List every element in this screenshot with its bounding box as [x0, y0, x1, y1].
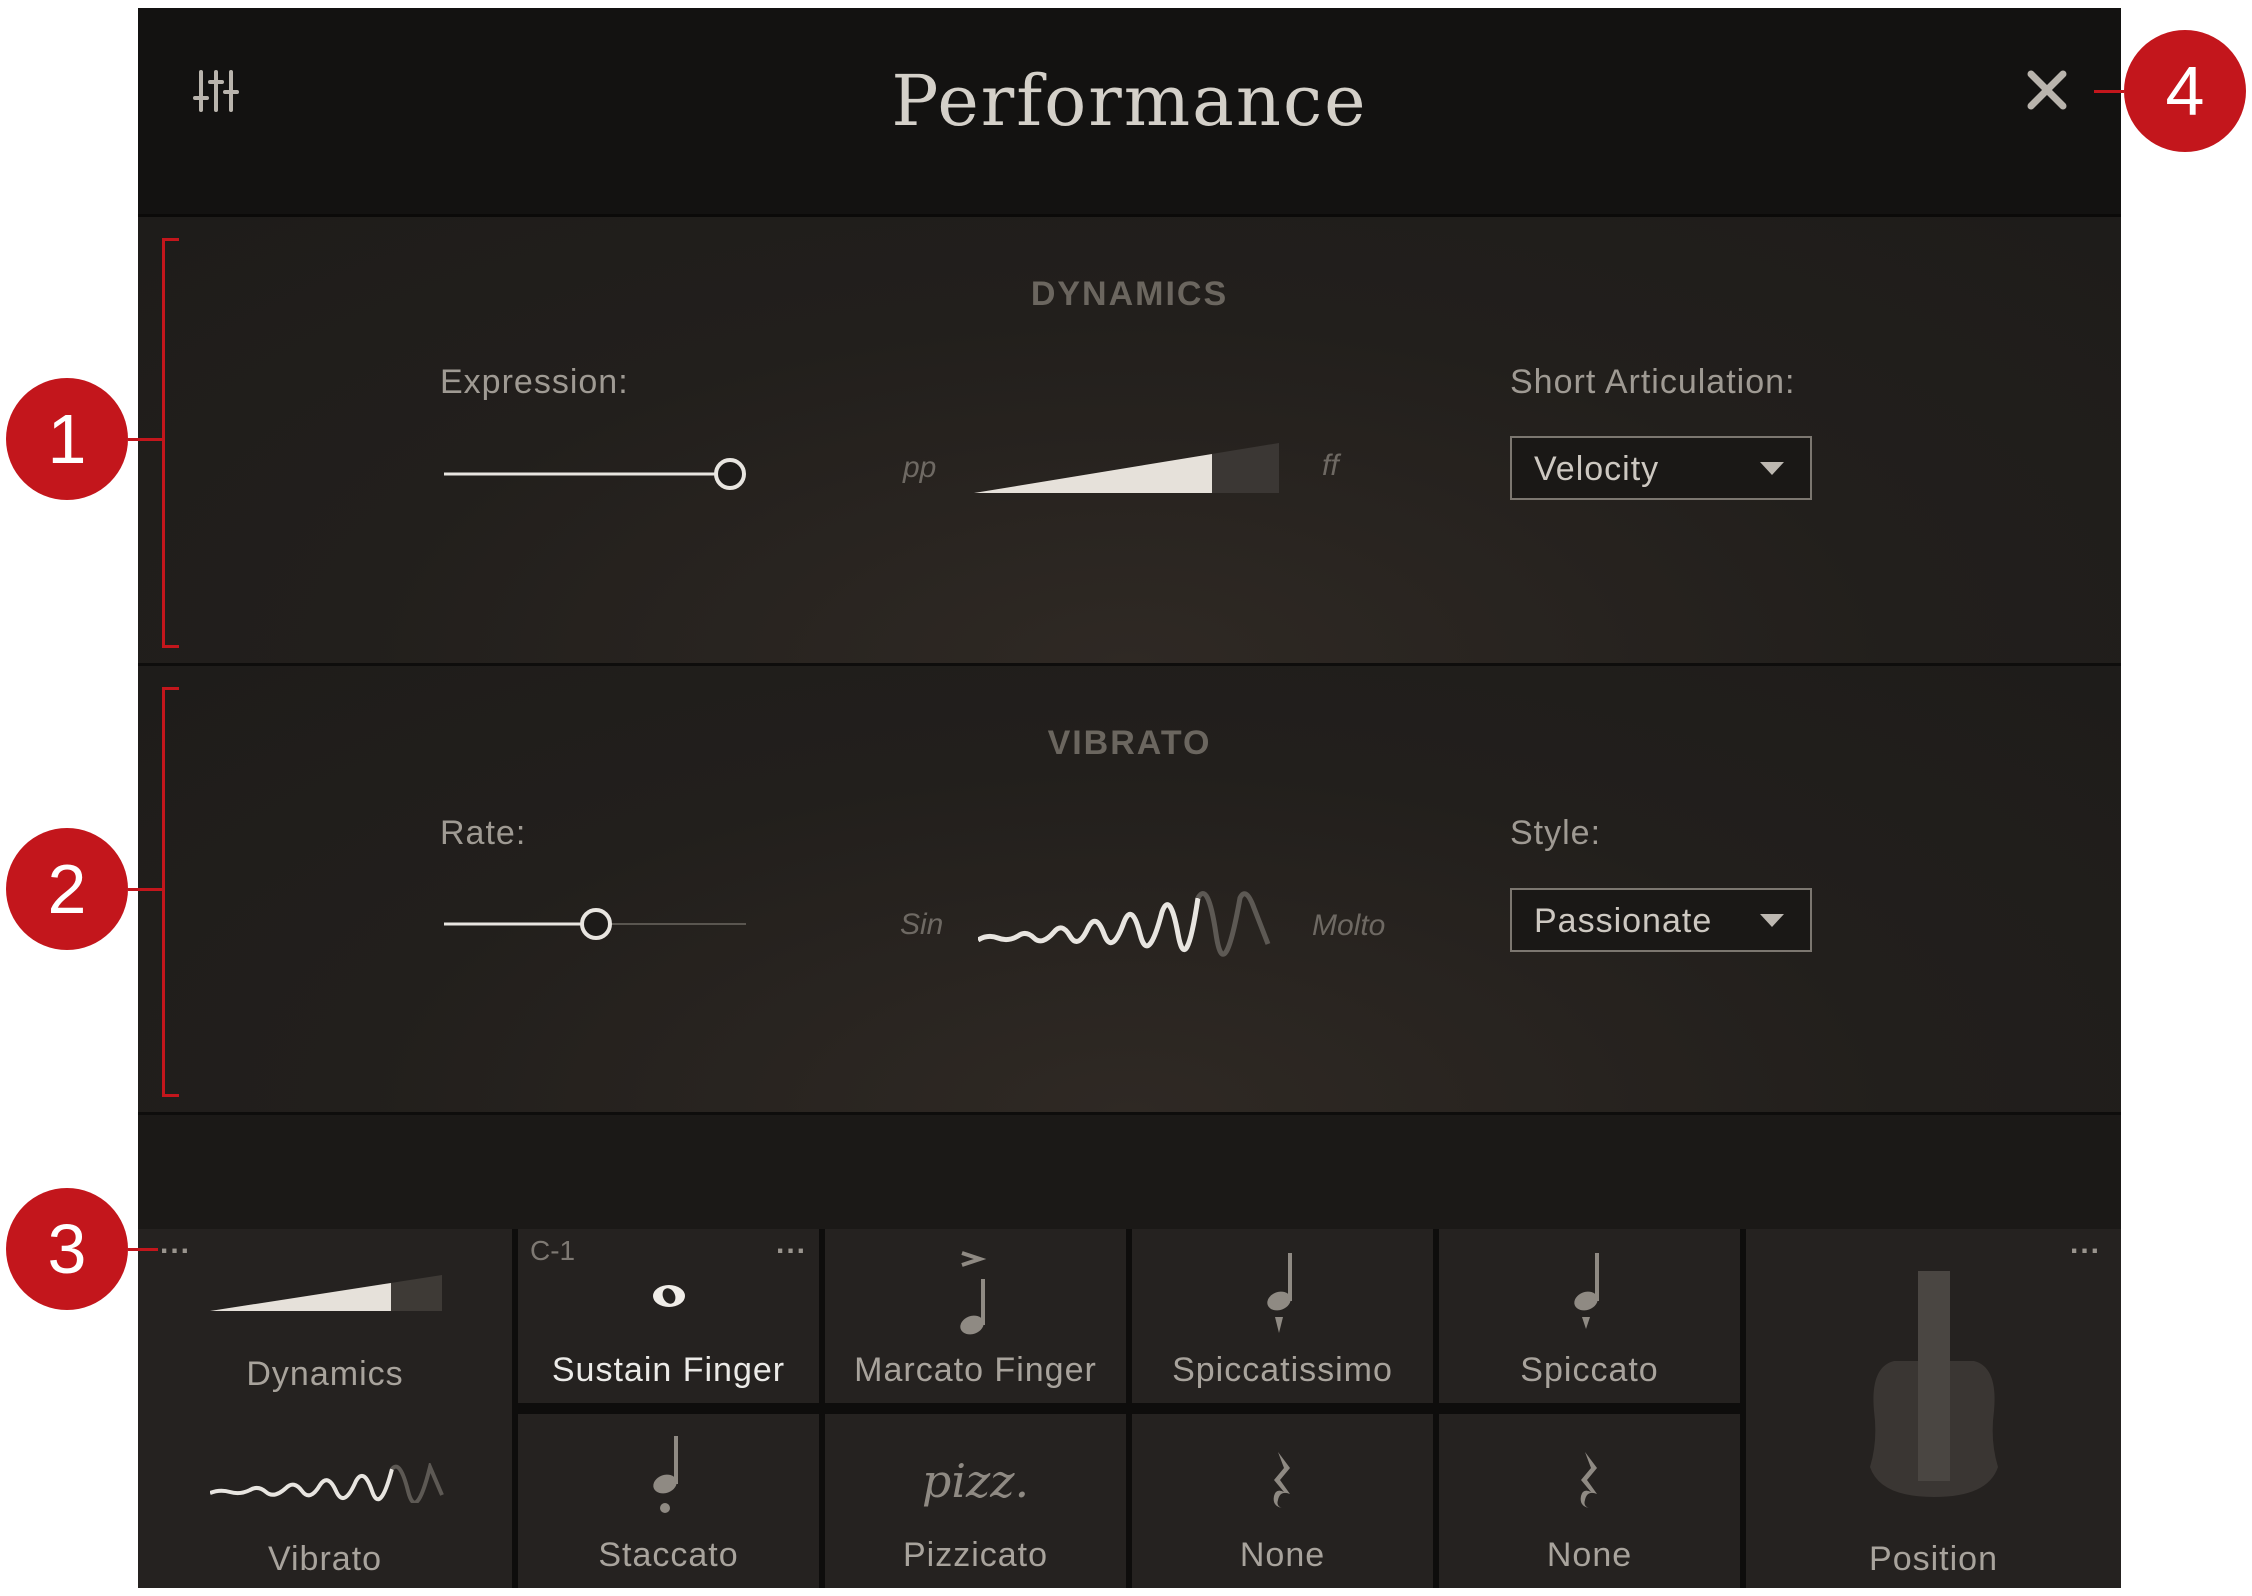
dynamics-range-low: pp [903, 451, 937, 484]
strip-spacer [138, 1115, 2121, 1229]
callout-4-leader [2094, 90, 2124, 93]
marcato-note-icon [959, 1251, 986, 1335]
position-menu-button[interactable]: ... [2070, 1229, 2101, 1261]
articulation-label: Staccato [598, 1536, 739, 1574]
violin-position-icon [1870, 1271, 1998, 1497]
articulation-label: Pizzicato [902, 1536, 1049, 1574]
rest-icon [1273, 1452, 1290, 1508]
callout-4: 4 [2124, 30, 2246, 152]
callout-1-leader [128, 438, 164, 441]
articulation-pizzicato[interactable]: pizz. Pizzicato [825, 1414, 1126, 1588]
callout-1-bracket [162, 238, 179, 648]
rate-slider[interactable] [440, 902, 750, 946]
expression-slider-handle [714, 458, 746, 490]
dynamics-range-high: ff [1322, 449, 1339, 482]
short-articulation-value: Velocity [1534, 450, 1660, 488]
articulation-spiccato[interactable]: Spiccato [1439, 1229, 1740, 1403]
expression-label: Expression: [440, 363, 629, 401]
dynamics-control-label: Dynamics [246, 1355, 404, 1393]
position-control[interactable]: ... Position [1746, 1229, 2121, 1588]
staccato-note-icon [652, 1436, 678, 1513]
performance-panel: Performance DYNAMICS Expression: pp ff S… [138, 8, 2121, 1588]
callout-1: 1 [6, 378, 128, 500]
articulation-label: None [1239, 1536, 1326, 1574]
dynamics-level-meter[interactable] [974, 443, 1284, 495]
dynamics-ramp-icon[interactable] [210, 1275, 446, 1313]
rest-icon [1580, 1452, 1597, 1508]
controls-column: ... Dynamics Vibrato [138, 1229, 512, 1588]
articulation-label: None [1546, 1536, 1633, 1574]
articulation-marcato-finger[interactable]: Marcato Finger [825, 1229, 1126, 1403]
callout-3-leader [128, 1248, 158, 1251]
spiccatissimo-note-icon [1266, 1253, 1292, 1333]
articulation-label: Spiccatissimo [1172, 1351, 1393, 1389]
chevron-down-icon [1760, 462, 1784, 475]
key-switch-label: C-1 [530, 1235, 576, 1266]
page-title: Performance [891, 60, 1368, 142]
articulation-menu-button[interactable]: ... [776, 1229, 807, 1261]
articulation-none-1[interactable]: None [1132, 1414, 1433, 1588]
rate-label: Rate: [440, 814, 527, 852]
articulation-staccato[interactable]: Staccato [518, 1414, 819, 1588]
articulation-none-2[interactable]: None [1439, 1414, 1740, 1588]
vibrato-range-high: Molto [1312, 909, 1386, 942]
short-articulation-dropdown[interactable]: Velocity [1510, 436, 1812, 500]
spiccato-note-icon [1573, 1253, 1599, 1329]
pizz-text-icon: pizz. [921, 1454, 1030, 1508]
short-articulation-label: Short Articulation: [1510, 363, 1796, 401]
vibrato-range-low: Sin [900, 908, 944, 941]
expression-slider[interactable] [440, 452, 750, 496]
dynamics-title: DYNAMICS [1030, 275, 1229, 313]
style-value: Passionate [1534, 902, 1713, 940]
style-label: Style: [1510, 814, 1602, 852]
vibrato-section: VIBRATO Rate: Sin Molto Style: Passionat… [138, 666, 2121, 1115]
header-bar: Performance [138, 8, 2121, 217]
articulation-label: Marcato Finger [854, 1351, 1097, 1389]
style-dropdown[interactable]: Passionate [1510, 888, 1812, 952]
articulation-strip: ... Dynamics Vibrato C-1 ... Sustain Fin… [138, 1229, 2121, 1588]
rate-slider-handle [580, 908, 612, 940]
dynamics-section: DYNAMICS Expression: pp ff Short Articul… [138, 217, 2121, 666]
controls-menu-button[interactable]: ... [160, 1229, 191, 1261]
articulation-sustain-finger[interactable]: C-1 ... Sustain Finger [518, 1229, 819, 1403]
chevron-down-icon [1760, 914, 1784, 927]
articulation-label: Spiccato [1520, 1351, 1659, 1389]
vibrato-title: VIBRATO [1047, 724, 1212, 762]
callout-3: 3 [6, 1188, 128, 1310]
whole-note-icon [652, 1285, 685, 1307]
vibrato-wave-icon[interactable] [209, 1460, 446, 1505]
vibrato-control-label: Vibrato [267, 1540, 383, 1578]
close-icon[interactable] [2025, 68, 2069, 112]
callout-2: 2 [6, 828, 128, 950]
position-label: Position [1869, 1540, 1998, 1578]
articulation-label: Sustain Finger [551, 1351, 786, 1389]
callout-2-leader [128, 888, 164, 891]
vibrato-wave-meter[interactable] [976, 888, 1278, 958]
articulation-spiccatissimo[interactable]: Spiccatissimo [1132, 1229, 1433, 1403]
callout-2-bracket [162, 687, 179, 1097]
